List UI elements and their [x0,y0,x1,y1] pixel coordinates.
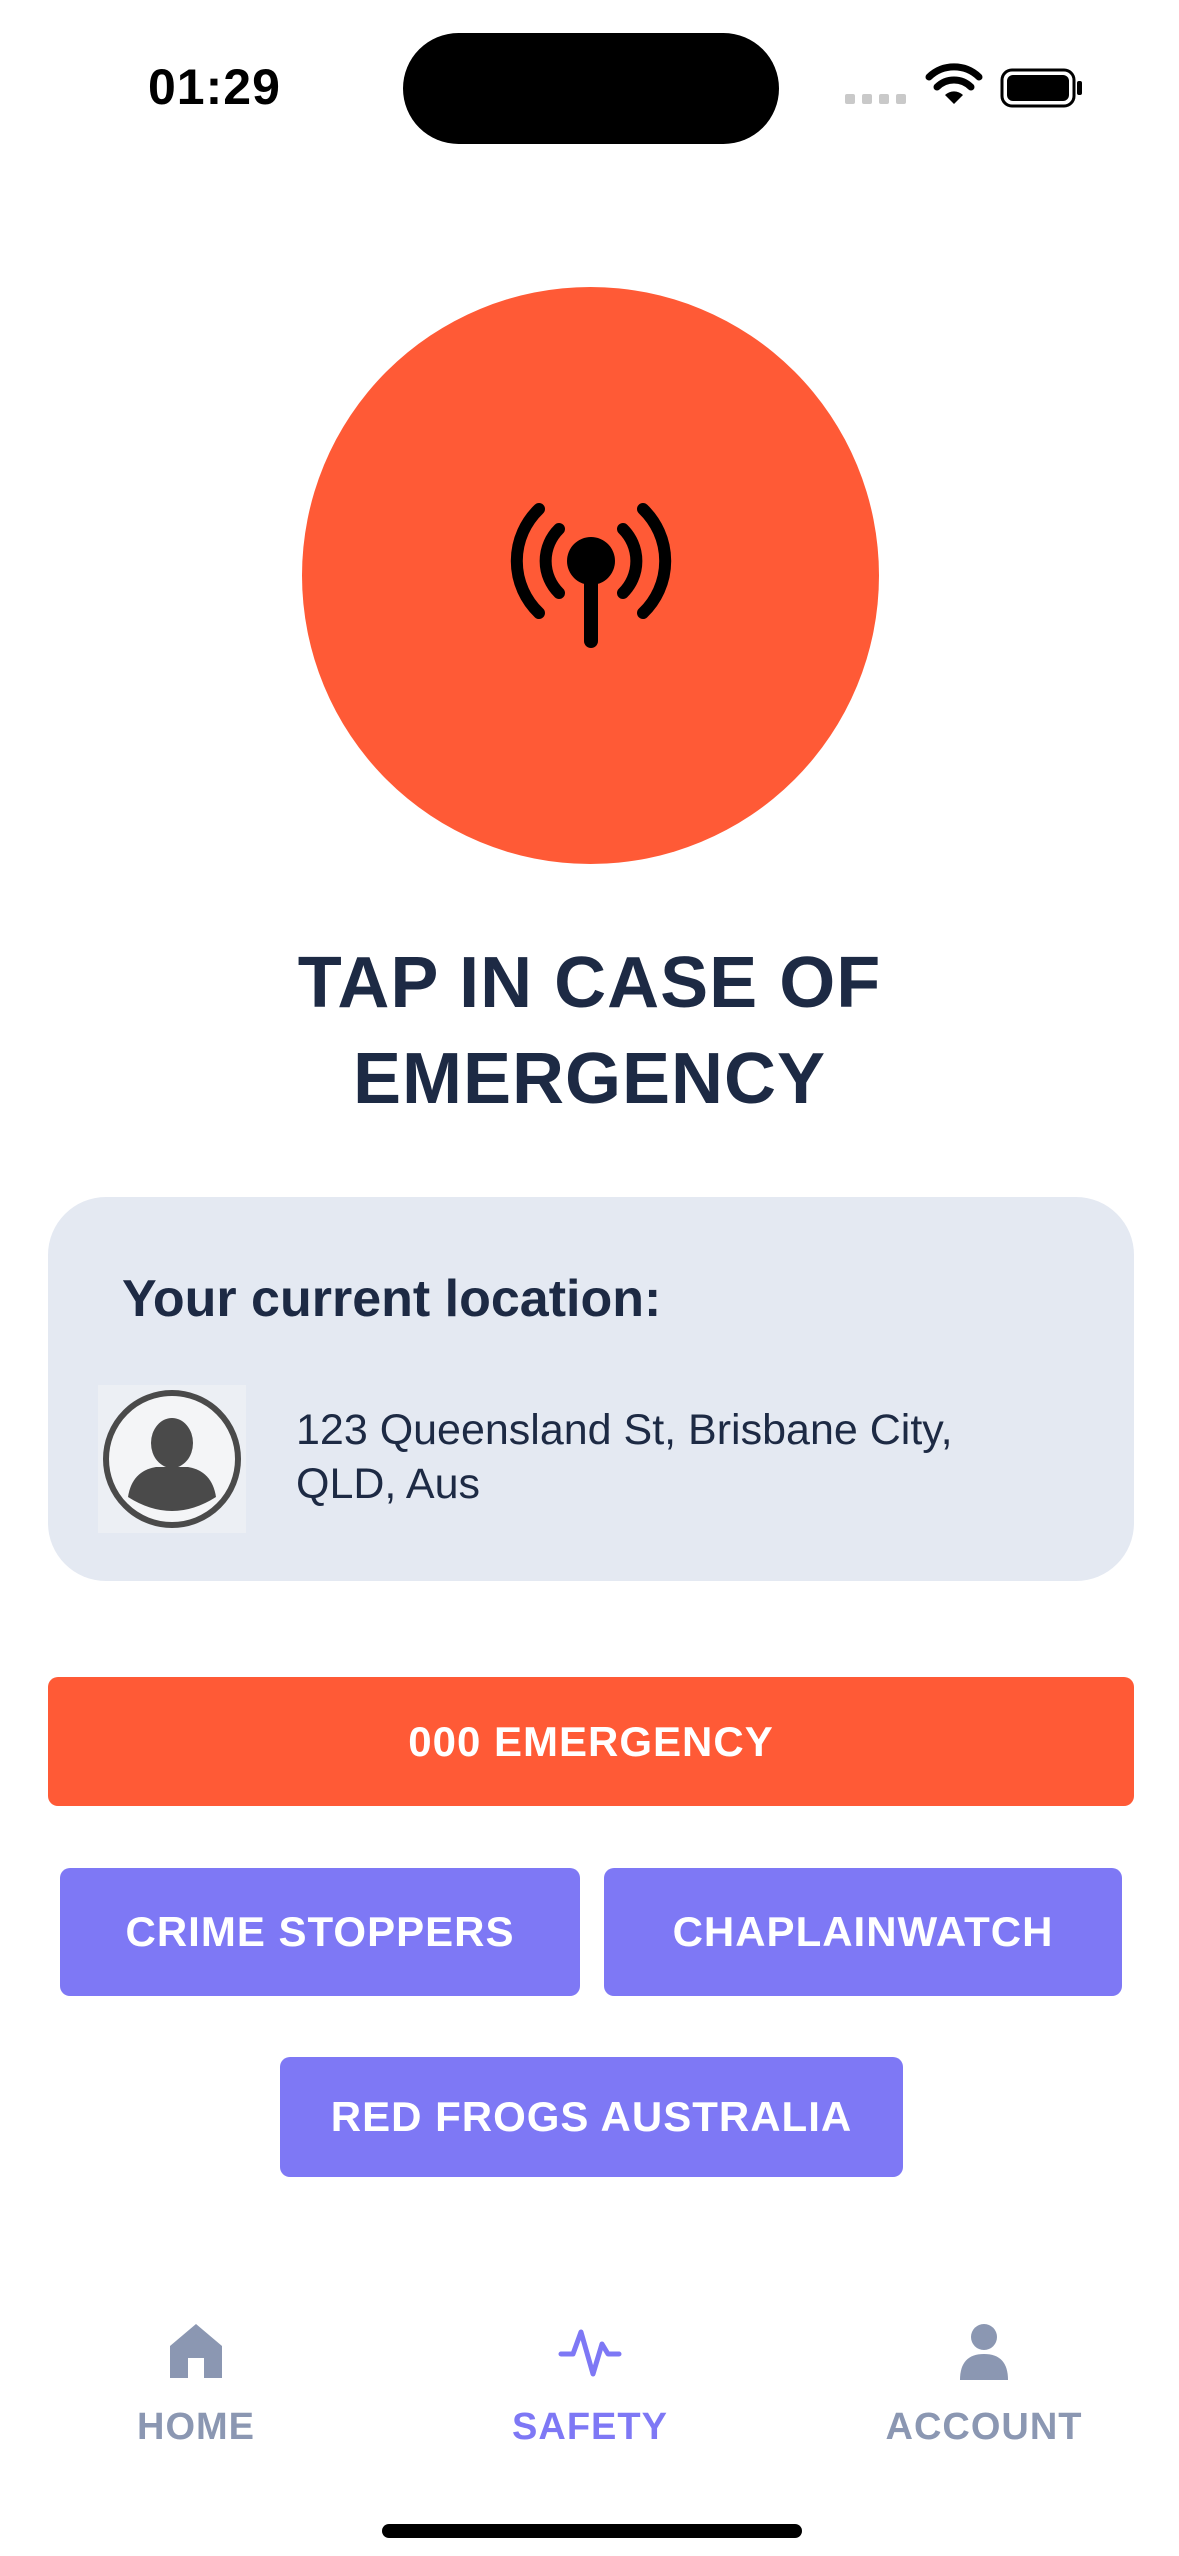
headline-line-1: TAP IN CASE OF [297,943,882,1023]
home-indicator [382,2524,802,2538]
emergency-headline: TAP IN CASE OF EMERGENCY [0,935,1179,1127]
location-card: Your current location: 123 Queensland St… [48,1197,1134,1581]
crime-stoppers-button[interactable]: CRIME STOPPERS [60,1868,580,1996]
headline-line-2: EMERGENCY [352,1039,827,1119]
tab-account[interactable]: ACCOUNT [834,2320,1134,2449]
tab-home-label: HOME [137,2406,255,2448]
red-frogs-australia-button[interactable]: RED FROGS AUSTRALIA [280,2057,903,2177]
tab-account-label: ACCOUNT [885,2406,1083,2448]
battery-icon [1000,68,1082,108]
cellular-signal-icon [845,94,906,104]
user-icon [960,2324,1008,2380]
status-time: 01:29 [148,59,281,115]
tab-home[interactable]: HOME [46,2320,346,2449]
broadcast-icon [510,502,671,648]
location-address: 123 Queensland St, Brisbane City, QLD, A… [296,1403,1076,1511]
emergency-sos-button[interactable] [302,287,879,864]
dynamic-island [403,33,779,144]
chaplainwatch-button[interactable]: CHAPLAINWATCH [604,1868,1122,1996]
activity-icon [558,2329,622,2377]
tab-safety-label: SAFETY [512,2406,668,2448]
address-line-1: 123 Queensland St, Brisbane City, [296,1406,953,1454]
home-icon [170,2324,222,2378]
tab-safety[interactable]: SAFETY [440,2320,740,2449]
location-title: Your current location: [122,1270,662,1328]
wifi-icon [925,63,983,104]
address-line-2: QLD, Aus [296,1460,481,1508]
avatar-icon [98,1385,246,1533]
call-000-emergency-button[interactable]: 000 EMERGENCY [48,1677,1134,1806]
